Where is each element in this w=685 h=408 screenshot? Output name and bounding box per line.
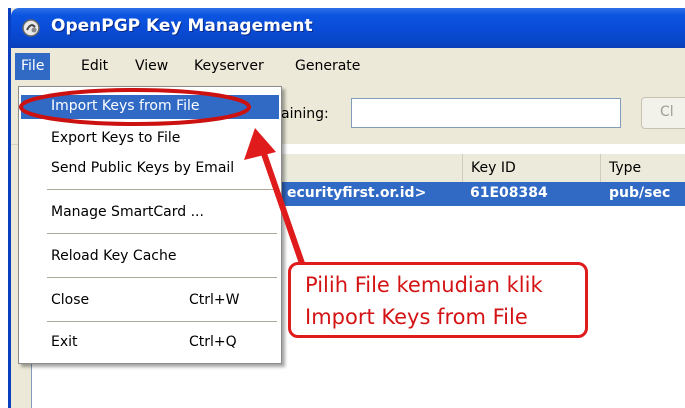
- annotation-line-1: Pilih File kemudian klik: [305, 273, 543, 297]
- key-id: 61E08384: [470, 185, 548, 201]
- menu-item-label: Import Keys from File: [51, 98, 200, 114]
- menu-separator: [47, 233, 277, 234]
- menu-separator: [47, 277, 277, 278]
- menu-separator: [47, 189, 277, 190]
- key-user-id: ecurityfirst.or.id>: [287, 185, 427, 201]
- search-label: aining:: [281, 106, 329, 122]
- key-type: pub/sec: [609, 185, 671, 201]
- app-icon: [22, 19, 40, 37]
- menu-item-label: Send Public Keys by Email: [51, 160, 235, 176]
- menu-keyserver[interactable]: Keyserver: [194, 58, 264, 74]
- title-bar[interactable]: OpenPGP Key Management: [11, 8, 685, 48]
- menu-item-label: Reload Key Cache: [51, 248, 177, 264]
- menu-item-export-keys[interactable]: Export Keys to File: [21, 127, 279, 151]
- menu-separator: [47, 321, 277, 322]
- menu-item-exit[interactable]: Exit Ctrl+Q: [21, 331, 279, 355]
- menu-item-label: Export Keys to File: [51, 130, 181, 146]
- menu-item-label: Close: [51, 292, 90, 308]
- menu-item-shortcut: Ctrl+W: [189, 292, 240, 308]
- menu-file[interactable]: File: [15, 53, 51, 80]
- menu-view[interactable]: View: [135, 58, 168, 74]
- file-menu: Import Keys from File Export Keys to Fil…: [18, 86, 282, 364]
- menu-item-send-public-keys[interactable]: Send Public Keys by Email: [21, 157, 279, 181]
- menu-item-shortcut: Ctrl+Q: [189, 334, 237, 350]
- menu-generate[interactable]: Generate: [295, 58, 360, 74]
- menu-bar: File Edit View Keyserver Generate: [11, 48, 685, 86]
- window-title: OpenPGP Key Management: [51, 16, 313, 36]
- column-header-key-id[interactable]: Key ID: [462, 154, 600, 182]
- column-header-type[interactable]: Type: [600, 154, 685, 182]
- menu-item-reload-key-cache[interactable]: Reload Key Cache: [21, 245, 279, 269]
- annotation-line-2: Import Keys from File: [305, 305, 528, 329]
- menu-item-manage-smartcard[interactable]: Manage SmartCard ...: [21, 201, 279, 225]
- search-input[interactable]: [351, 98, 621, 128]
- menu-edit[interactable]: Edit: [81, 58, 108, 74]
- menu-item-label: Manage SmartCard ...: [51, 204, 204, 220]
- clear-button[interactable]: Cl: [641, 97, 685, 129]
- menu-item-close[interactable]: Close Ctrl+W: [21, 289, 279, 313]
- menu-item-label: Exit: [51, 334, 78, 350]
- menu-item-import-keys[interactable]: Import Keys from File: [21, 95, 279, 119]
- annotation-callout: Pilih File kemudian klik Import Keys fro…: [288, 262, 588, 338]
